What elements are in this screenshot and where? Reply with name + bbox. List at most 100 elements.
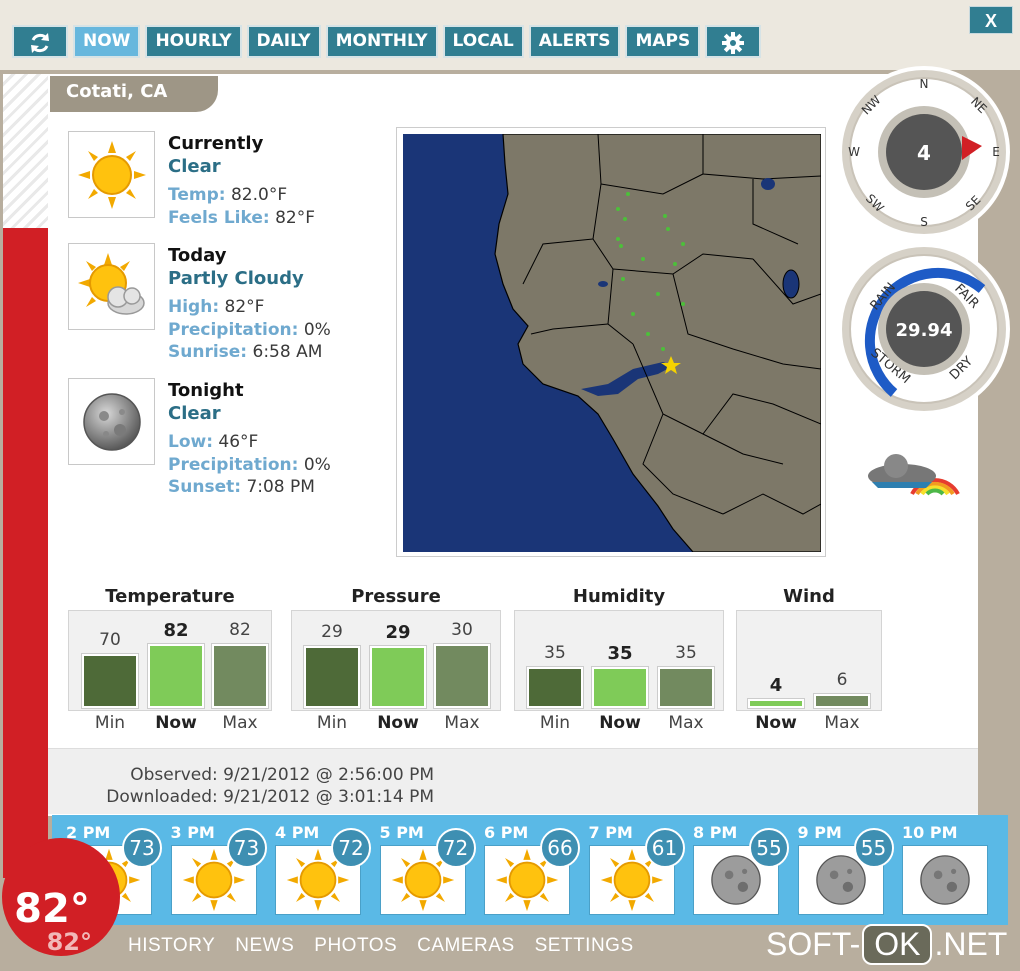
today-precip-value: 0% bbox=[303, 319, 331, 340]
stat-bar-label: Max bbox=[668, 713, 704, 733]
stat-bar-label: Now bbox=[155, 713, 197, 733]
compass-w: W bbox=[848, 145, 860, 159]
tonight-precip-label: Precipitation: bbox=[168, 454, 299, 475]
link-settings[interactable]: SETTINGS bbox=[535, 935, 634, 957]
hourly-item[interactable]: 8 PM 55 bbox=[679, 815, 789, 925]
tab-maps[interactable]: MAPS bbox=[625, 25, 701, 58]
link-news[interactable]: NEWS bbox=[235, 935, 294, 957]
stat-bar bbox=[747, 698, 805, 709]
main-nav: NOW HOURLY DAILY MONTHLY LOCAL ALERTS MA… bbox=[12, 25, 762, 58]
temp-value: 82.0°F bbox=[230, 185, 288, 205]
stat-bar-label: Now bbox=[377, 713, 419, 733]
sunset-value: 7:08 PM bbox=[246, 477, 315, 497]
stat-bar-value: 82 bbox=[163, 620, 189, 641]
hour-time: 5 PM bbox=[379, 823, 424, 842]
stat-bar-value: 30 bbox=[451, 620, 473, 640]
watermark-left: SOFT- bbox=[766, 926, 861, 962]
stat-bar-value: 35 bbox=[675, 643, 697, 663]
radar-map[interactable] bbox=[396, 127, 826, 557]
stat-bar-label: Max bbox=[824, 713, 860, 733]
watermark-right: .NET bbox=[934, 926, 1008, 962]
observed-time: Observed: 9/21/2012 @ 2:56:00 PM bbox=[130, 765, 434, 785]
current-temp: 82° bbox=[14, 886, 90, 932]
today-conditions: Today Partly Cloudy High: 82°F Precipita… bbox=[168, 245, 331, 364]
tab-alerts[interactable]: ALERTS bbox=[528, 25, 621, 58]
compass-e: E bbox=[992, 145, 1000, 159]
stat-bar-value: 70 bbox=[99, 630, 121, 650]
tab-daily[interactable]: DAILY bbox=[246, 25, 321, 58]
stat-bar bbox=[369, 645, 427, 709]
stat-bar-value: 29 bbox=[385, 622, 411, 643]
stat-bar-value: 29 bbox=[321, 622, 343, 642]
link-cameras[interactable]: CAMERAS bbox=[417, 935, 514, 957]
sunrise-label: Sunrise: bbox=[168, 342, 248, 362]
settings-button[interactable] bbox=[705, 25, 762, 58]
hourly-item[interactable]: 7 PM 61 bbox=[575, 815, 685, 925]
hour-time: 10 PM bbox=[902, 823, 958, 842]
hourly-item[interactable]: 9 PM 55 bbox=[784, 815, 894, 925]
stat-bar bbox=[813, 693, 871, 709]
hourly-forecast-strip[interactable]: 2 PM 73 3 PM 73 4 PM 72 5 PM 72 6 PM 66 7 PM 61 8 PM… bbox=[52, 815, 1008, 925]
thermometer-tube bbox=[3, 228, 48, 878]
hourly-item[interactable]: 10 PM bbox=[888, 815, 992, 925]
stat-title: Pressure bbox=[351, 586, 441, 607]
high-label: High: bbox=[168, 297, 220, 317]
stat-bar-label: Now bbox=[755, 713, 797, 733]
downloaded-time: Downloaded: 9/21/2012 @ 3:01:14 PM bbox=[106, 787, 434, 807]
refresh-icon bbox=[31, 33, 49, 53]
gear-icon bbox=[722, 32, 745, 54]
stat-bar-value: 82 bbox=[229, 620, 251, 640]
hourly-item[interactable]: 3 PM 73 bbox=[157, 815, 267, 925]
provider-logo-icon bbox=[868, 454, 960, 496]
refresh-button[interactable] bbox=[12, 25, 68, 58]
stat-bar-label: Max bbox=[444, 713, 480, 733]
tonight-precip-value: 0% bbox=[303, 454, 331, 475]
tonight-heading: Tonight bbox=[168, 380, 244, 401]
stat-bar-label: Max bbox=[222, 713, 258, 733]
tonight-condition-icon bbox=[68, 378, 155, 465]
moon-icon bbox=[920, 855, 970, 905]
hour-time: 4 PM bbox=[275, 823, 320, 842]
compass-n: N bbox=[920, 77, 929, 91]
sunrise-value: 6:58 AM bbox=[252, 342, 323, 362]
stat-bar bbox=[303, 645, 361, 709]
current-temp-secondary: 82° bbox=[46, 928, 92, 956]
tonight-conditions: Tonight Clear Low: 46°F Precipitation: 0… bbox=[168, 380, 331, 499]
radar-map-image bbox=[403, 134, 821, 552]
watermark: SOFT- OK .NET bbox=[766, 924, 1007, 965]
link-photos[interactable]: PHOTOS bbox=[314, 935, 397, 957]
stat-bar bbox=[147, 643, 205, 709]
tab-local[interactable]: LOCAL bbox=[442, 25, 524, 58]
temp-label: Temp: bbox=[168, 185, 226, 205]
location-label: Cotati, CA bbox=[50, 76, 218, 112]
tab-hourly[interactable]: HOURLY bbox=[145, 25, 242, 58]
stat-bar-value: 4 bbox=[769, 675, 783, 696]
stat-bar bbox=[657, 666, 715, 709]
today-condition-icon bbox=[68, 243, 155, 330]
current-conditions: Currently Clear Temp: 82.0°F Feels Like:… bbox=[168, 133, 315, 229]
tab-monthly[interactable]: MONTHLY bbox=[325, 25, 438, 58]
watermark-mid: OK bbox=[862, 924, 933, 965]
wind-compass: N NE E SE S SW W NW 4 bbox=[838, 66, 1010, 238]
thermometer-top bbox=[3, 74, 48, 230]
hourly-item[interactable]: 6 PM 66 bbox=[470, 815, 580, 925]
tab-now[interactable]: NOW bbox=[73, 25, 141, 58]
stat-bar-value: 6 bbox=[836, 670, 848, 690]
high-value: 82°F bbox=[224, 297, 265, 317]
close-button[interactable]: X bbox=[969, 6, 1013, 34]
stat-bar bbox=[526, 666, 584, 709]
hour-time: 3 PM bbox=[170, 823, 215, 842]
compass-s: S bbox=[920, 215, 928, 229]
sun-icon bbox=[77, 140, 146, 209]
link-history[interactable]: HISTORY bbox=[128, 935, 215, 957]
hourly-item[interactable]: 5 PM 72 bbox=[366, 815, 476, 925]
barometer-value: 29.94 bbox=[896, 320, 953, 341]
today-summary: Partly Cloudy bbox=[168, 267, 304, 289]
today-heading: Today bbox=[168, 245, 227, 266]
stat-bar bbox=[81, 653, 139, 709]
hourly-item[interactable]: 4 PM 72 bbox=[261, 815, 371, 925]
barometer: RAIN FAIR STORM DRY 29.94 bbox=[838, 243, 1010, 415]
stat-bar bbox=[433, 643, 491, 709]
current-heading: Currently bbox=[168, 133, 264, 154]
current-condition-icon bbox=[68, 131, 155, 218]
